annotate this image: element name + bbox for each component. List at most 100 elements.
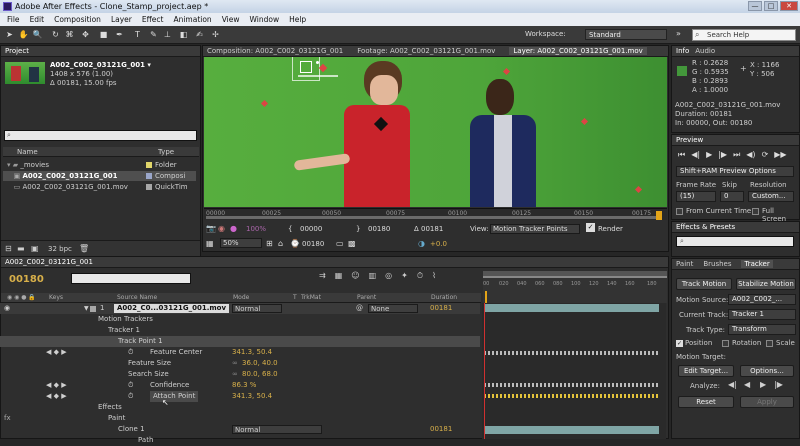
rotation-tool-icon[interactable]: ↻ <box>50 29 61 40</box>
previous-frame-icon[interactable]: ◀| <box>691 150 700 162</box>
brainstorm-icon[interactable]: ✦ <box>401 271 408 285</box>
property-value[interactable]: 341.3, 50.4 <box>232 347 272 358</box>
render-checkbox[interactable]: ✓ <box>586 223 595 232</box>
track-motion-button[interactable]: Track Motion <box>676 278 732 290</box>
menu-effect[interactable]: Effect <box>137 15 169 24</box>
layer-row[interactable]: ◉ ▼ 1 A002_C0...03121G_001.mov Normal @ … <box>0 303 480 314</box>
clone-stamp-tool-icon[interactable]: ⊥ <box>162 29 173 40</box>
project-item[interactable]: ▣ A002_C002_03121G_001 Composi <box>3 171 196 181</box>
layer-duration-bar[interactable] <box>484 304 659 312</box>
property-group-row[interactable]: Motion Trackers <box>0 314 480 325</box>
rotation-checkbox[interactable] <box>722 340 729 347</box>
ram-preview-icon[interactable]: ▶▶ <box>774 150 786 162</box>
parent-dropdown[interactable]: None <box>368 304 418 313</box>
video-frame[interactable] <box>204 57 667 207</box>
puppet-pin-tool-icon[interactable]: ✢ <box>210 29 221 40</box>
reset-button[interactable]: Reset <box>678 396 734 408</box>
pan-behind-tool-icon[interactable]: ✥ <box>80 29 91 40</box>
workspace-dropdown[interactable]: Standard <box>585 29 667 40</box>
graph-editor-icon[interactable]: ⌇ <box>432 271 436 285</box>
minimize-button[interactable]: — <box>748 1 762 11</box>
skip-dropdown[interactable]: 0 <box>720 191 744 202</box>
roto-brush-tool-icon[interactable]: ✍ <box>194 29 205 40</box>
stroke-duration[interactable]: 00181 <box>430 424 452 435</box>
project-item[interactable]: ▭ A002_C002_03121G_001.mov QuickTim <box>3 182 196 192</box>
camera-tool-icon[interactable]: ⌘ <box>64 29 75 40</box>
property-row[interactable]: Path <box>0 435 480 446</box>
position-checkbox[interactable]: ✓ <box>676 340 683 347</box>
apply-button[interactable]: Apply <box>740 396 794 408</box>
set-in-point-icon[interactable]: { <box>288 225 292 233</box>
keyframe-navigator-icon[interactable]: ◀ ◆ ▶ <box>46 391 67 402</box>
loop-icon[interactable]: ⟳ <box>762 150 769 162</box>
composition-mini-flowchart-icon[interactable]: ⇉ <box>319 271 326 285</box>
keyframe-navigator-icon[interactable]: ◀ ◆ ▶ <box>46 347 67 358</box>
property-row[interactable]: ◀ ◆ ▶ ⏱ Attach Point 341.3, 50.4 ↖ <box>0 391 480 407</box>
project-item[interactable]: ▾ ▰ _movies Folder <box>3 160 196 170</box>
tab-project[interactable]: Project <box>5 47 29 55</box>
tab-brushes[interactable]: Brushes <box>703 260 731 268</box>
tab-footage[interactable]: Footage: A002_C002_03121G_001.mov <box>357 47 495 55</box>
transparency-grid-icon[interactable]: ▩ <box>348 239 356 248</box>
project-comp-name[interactable]: A002_C002_03121G_001 ▾ <box>50 61 151 69</box>
stroke-mode-dropdown[interactable]: Normal <box>232 425 322 434</box>
stabilize-motion-button[interactable]: Stabilize Motion <box>736 278 796 290</box>
tab-effects-presets[interactable]: Effects & Presets <box>676 223 735 231</box>
close-button[interactable]: ✕ <box>780 1 798 11</box>
fx-icon[interactable]: fx <box>4 413 11 424</box>
region-of-interest-icon[interactable]: ▭ <box>336 239 344 248</box>
property-value[interactable]: 80.0, 68.0 <box>242 369 278 380</box>
menu-animation[interactable]: Animation <box>168 15 216 24</box>
eye-icon[interactable]: ◉ <box>4 303 10 314</box>
menu-file[interactable]: File <box>2 15 25 24</box>
current-time-indicator[interactable] <box>484 303 485 439</box>
keyframe-track[interactable] <box>484 351 659 355</box>
preview-mode-dropdown[interactable]: Shift+RAM Preview Options <box>676 166 794 177</box>
exposure-value[interactable]: +0.0 <box>430 240 447 248</box>
rectangle-tool-icon[interactable]: ■ <box>98 29 109 40</box>
timeline-ruler[interactable]: 00 020 040 060 080 100 120 140 160 180 <box>483 271 667 303</box>
tab-paint[interactable]: Paint <box>676 260 693 268</box>
tab-timeline-comp[interactable]: A002_C002_03121G_001 <box>5 258 93 266</box>
column-t[interactable]: T <box>293 294 297 301</box>
layer-mode-dropdown[interactable]: Normal <box>232 304 282 313</box>
column-trkmat[interactable]: TrkMat <box>301 294 321 301</box>
keyframe-track[interactable] <box>484 383 659 387</box>
column-duration[interactable]: Duration <box>431 294 457 301</box>
next-frame-icon[interactable]: |▶ <box>718 150 727 162</box>
layer-source-name[interactable]: A002_C0...03121G_001.mov <box>114 304 230 313</box>
delete-icon[interactable]: 🗑 <box>79 244 89 253</box>
show-channel-icon[interactable]: ◉ <box>218 224 225 233</box>
menu-edit[interactable]: Edit <box>25 15 50 24</box>
tab-audio[interactable]: Audio <box>695 47 715 55</box>
frame-rate-dropdown[interactable]: (15) <box>676 191 716 202</box>
current-time-value[interactable]: 00180 <box>302 240 324 248</box>
out-point-value[interactable]: 00180 <box>368 225 390 233</box>
stopwatch-icon[interactable]: ⏱ <box>128 347 133 358</box>
tab-tracker[interactable]: Tracker <box>741 260 773 268</box>
hand-tool-icon[interactable]: ✋ <box>18 29 29 40</box>
menu-composition[interactable]: Composition <box>49 15 106 24</box>
tab-composition[interactable]: Composition: A002_C002_03121G_001 <box>207 47 343 55</box>
maximize-button[interactable]: □ <box>764 1 778 11</box>
analyze-forward-icon[interactable]: ▶ <box>760 380 766 389</box>
tab-info[interactable]: Info <box>676 47 689 55</box>
resolution-dropdown[interactable]: Custom... <box>748 191 794 202</box>
menu-window[interactable]: Window <box>245 15 285 24</box>
full-screen-checkbox[interactable] <box>752 208 759 215</box>
search-help-input[interactable]: Search Help <box>692 29 796 41</box>
edit-target-button[interactable]: Edit Target... <box>678 365 734 377</box>
new-folder-icon[interactable]: ▬ <box>17 244 25 253</box>
brush-tool-icon[interactable]: ✎ <box>148 29 159 40</box>
color-management-icon[interactable]: ● <box>230 224 237 233</box>
property-value[interactable]: 341.3, 50.4 <box>232 391 272 402</box>
property-value[interactable]: 36.0, 40.0 <box>242 358 278 369</box>
column-type[interactable]: Type <box>158 148 174 156</box>
selection-tool-icon[interactable]: ➤ <box>4 29 15 40</box>
property-row[interactable]: ◀ ◆ ▶ ⏱ Feature Center 341.3, 50.4 <box>0 347 480 358</box>
magnification-dropdown[interactable]: 50% <box>220 238 262 248</box>
property-group-row[interactable]: Tracker 1 <box>0 325 480 336</box>
new-composition-icon[interactable]: ▣ <box>31 244 39 253</box>
workspace-menu-icon[interactable]: » <box>676 29 681 38</box>
interpret-footage-icon[interactable]: ⊟ <box>5 244 12 253</box>
